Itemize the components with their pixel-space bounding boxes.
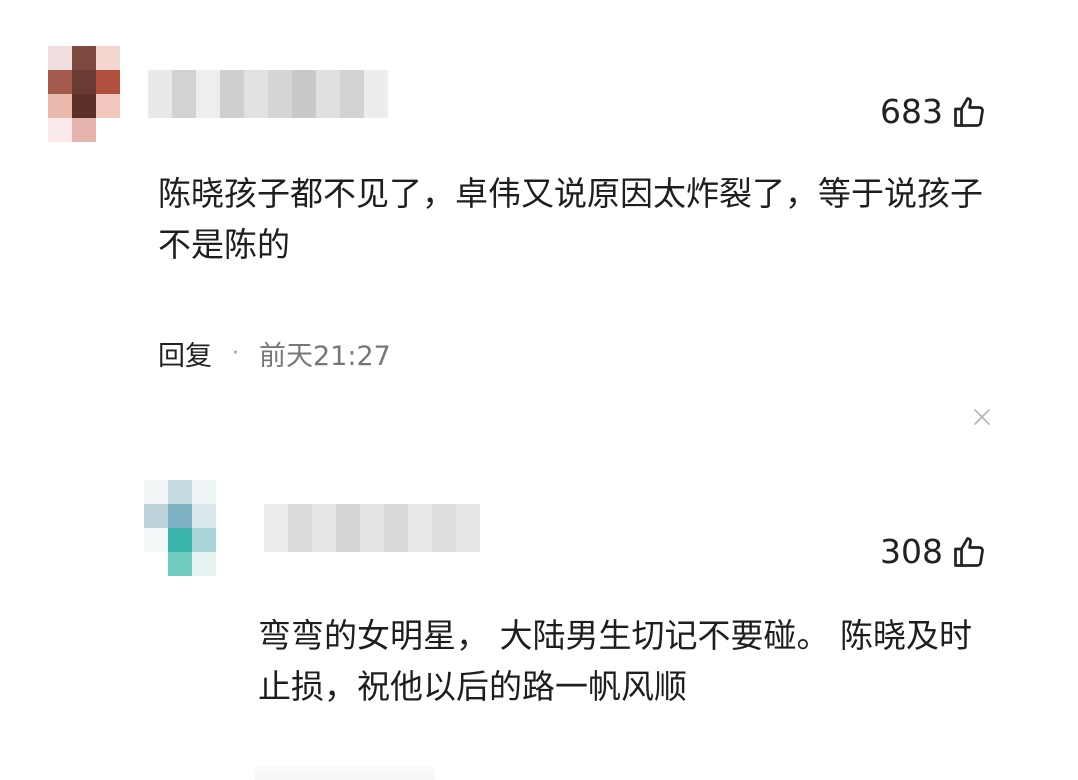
timestamp: 前天21:27 [259, 341, 391, 372]
like-button[interactable]: 308 [880, 532, 987, 571]
close-icon[interactable] [972, 407, 992, 431]
avatar[interactable] [48, 46, 120, 142]
avatar-pixel [168, 504, 192, 528]
username-pixel [312, 504, 336, 552]
username-pixel [264, 504, 288, 552]
like-button[interactable]: 683 [880, 92, 987, 131]
username-pixel [292, 70, 316, 118]
avatar-pixel [192, 504, 216, 528]
reply-button[interactable]: 回复 [158, 334, 212, 373]
avatar-pixel [168, 480, 192, 504]
avatar-pixel [72, 70, 96, 94]
avatar[interactable] [144, 480, 216, 576]
comment-meta: 回复 · 前天21:27 [158, 334, 391, 373]
username-pixel [268, 70, 292, 118]
avatar-pixel [96, 70, 120, 94]
avatar-pixel [192, 528, 216, 552]
avatar-pixel [168, 528, 192, 552]
username-mosaic[interactable] [264, 504, 480, 552]
like-count: 308 [880, 532, 943, 571]
avatar-pixel [144, 528, 168, 552]
username-pixel [172, 70, 196, 118]
avatar-pixel [72, 46, 96, 70]
avatar-pixel [72, 118, 96, 142]
username-pixel [364, 70, 388, 118]
avatar-pixel [48, 118, 72, 142]
avatar-pixel [96, 94, 120, 118]
avatar-pixel [192, 480, 216, 504]
avatar-pixel [144, 480, 168, 504]
avatar-pixel [48, 70, 72, 94]
avatar-pixel [48, 46, 72, 70]
username-pixel [408, 504, 432, 552]
avatar-pixel [72, 94, 96, 118]
avatar-pixel [168, 552, 192, 576]
username-pixel [244, 70, 268, 118]
username-pixel [220, 70, 244, 118]
like-count: 683 [880, 92, 943, 131]
username-pixel [148, 70, 172, 118]
comment-item: 308 弯弯的女明星， 大陆男生切记不要碰。 陈晓及时止损，祝他以后的路一帆风顺 [0, 440, 1078, 777]
username-pixel [456, 504, 480, 552]
thumbs-up-icon [951, 94, 987, 130]
comment-item: 683 陈晓孩子都不见了，卓伟又说原因太炸裂了，等于说孩子不是陈的 回复 · 前… [0, 0, 1078, 440]
avatar-pixel [48, 94, 72, 118]
comment-text: 弯弯的女明星， 大陆男生切记不要碰。 陈晓及时止损，祝他以后的路一帆风顺 [258, 616, 972, 706]
username-pixel [360, 504, 384, 552]
avatar-pixel [144, 504, 168, 528]
username-pixel [340, 70, 364, 118]
meta-separator: · [232, 341, 239, 366]
comment-text: 陈晓孩子都不见了，卓伟又说原因太炸裂了，等于说孩子不是陈的 [158, 174, 983, 264]
username-mosaic[interactable] [148, 70, 388, 118]
next-comment-fragment [255, 766, 435, 780]
avatar-pixel [144, 552, 168, 576]
username-pixel [336, 504, 360, 552]
username-pixel [316, 70, 340, 118]
username-pixel [432, 504, 456, 552]
avatar-pixel [192, 552, 216, 576]
username-pixel [288, 504, 312, 552]
avatar-pixel [96, 46, 120, 70]
username-pixel [196, 70, 220, 118]
thumbs-up-icon [951, 534, 987, 570]
avatar-pixel [96, 118, 120, 142]
username-pixel [384, 504, 408, 552]
